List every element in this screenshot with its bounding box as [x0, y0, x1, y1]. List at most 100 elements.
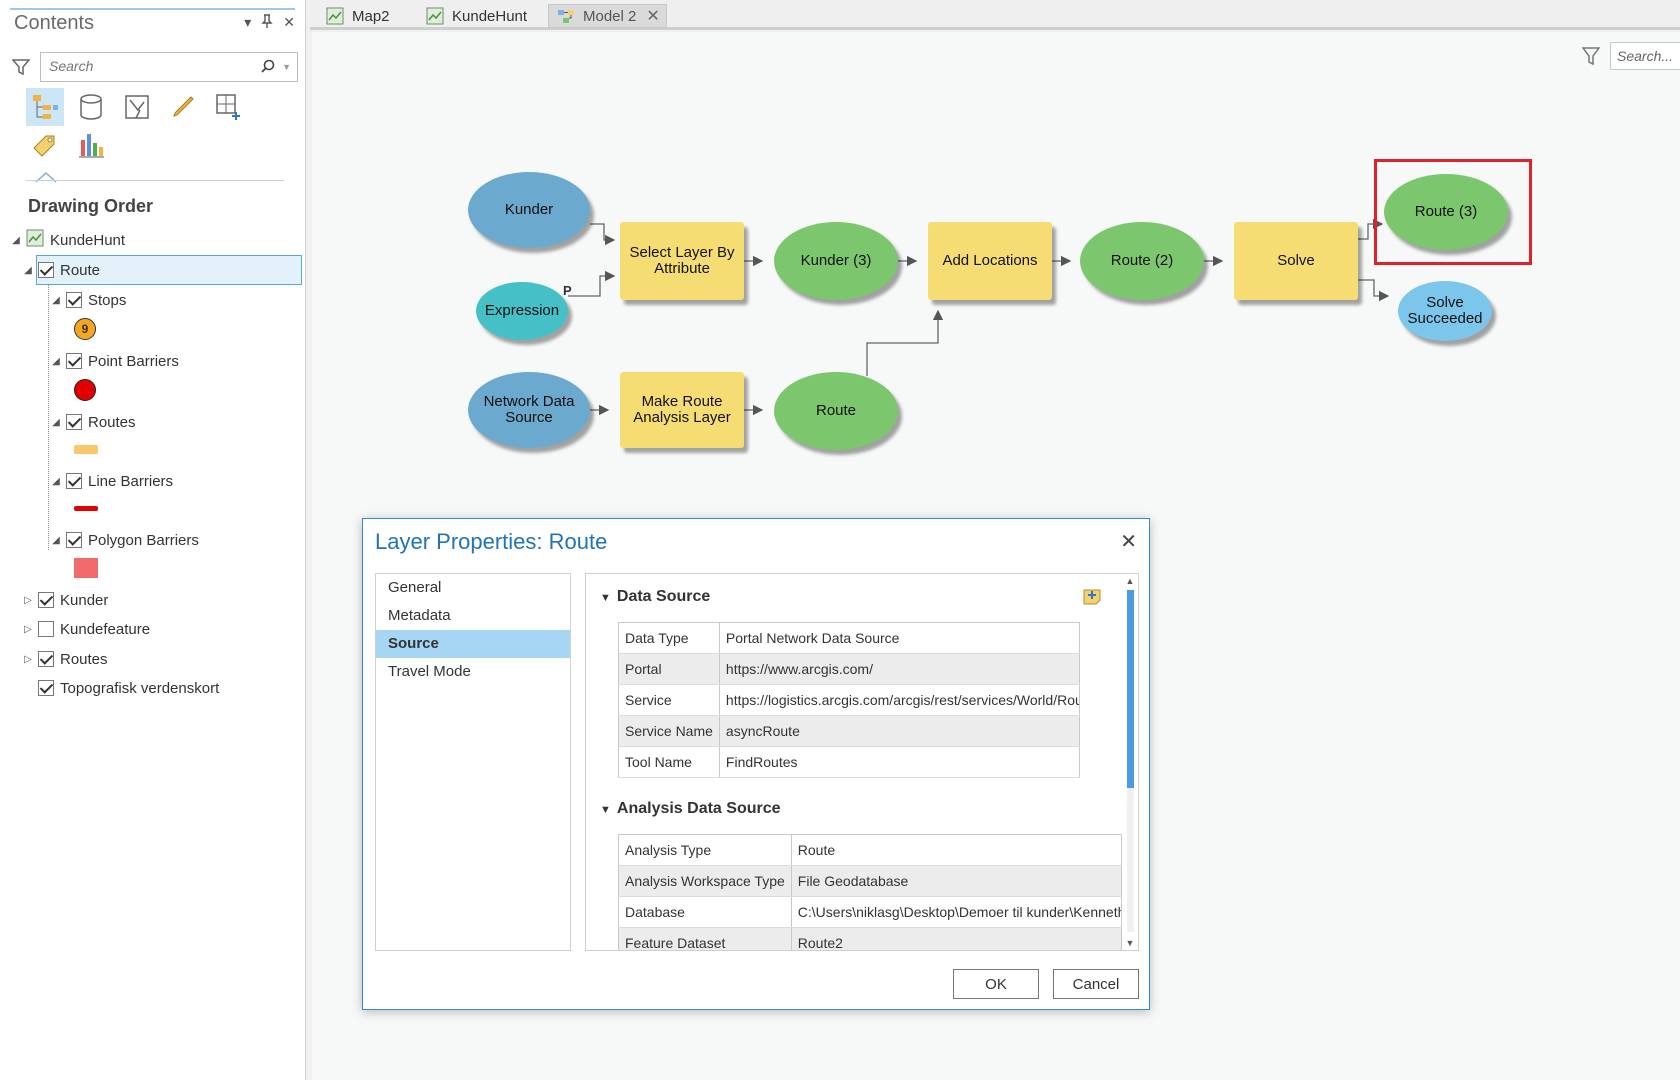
- collapse-triangle-icon[interactable]: ◢: [22, 265, 34, 276]
- property-value[interactable]: https://www.arcgis.com/: [719, 653, 1080, 685]
- property-value[interactable]: Route2: [791, 927, 1122, 950]
- expand-triangle-icon[interactable]: ▷: [22, 624, 34, 635]
- property-value[interactable]: asyncRoute: [719, 715, 1080, 747]
- view-toolbar-row1: [26, 88, 248, 126]
- model-node-route[interactable]: Route: [774, 372, 898, 450]
- collapse-triangle-icon[interactable]: ◢: [10, 235, 22, 246]
- chevron-down-icon[interactable]: ▼: [600, 804, 611, 816]
- tree-item-line-barriers[interactable]: ◢ Line Barriers: [50, 468, 173, 494]
- layer-checkbox[interactable]: [66, 353, 82, 369]
- layer-checkbox[interactable]: [66, 532, 82, 548]
- model-node-solve[interactable]: Solve: [1234, 222, 1358, 300]
- layer-checkbox[interactable]: [66, 414, 82, 430]
- chevron-down-icon[interactable]: ▼: [600, 592, 611, 604]
- layer-checkbox[interactable]: [66, 473, 82, 489]
- layer-checkbox[interactable]: [38, 621, 54, 637]
- nav-item-metadata[interactable]: Metadata: [376, 602, 570, 630]
- property-value[interactable]: C:\Users\niklasg\Desktop\Demoer til kund…: [791, 896, 1122, 928]
- pin-icon[interactable]: [261, 14, 273, 31]
- collapse-triangle-icon[interactable]: ◢: [50, 417, 62, 428]
- model-node-route-2[interactable]: Route (2): [1080, 222, 1204, 300]
- model-node-kunder[interactable]: Kunder: [468, 172, 590, 248]
- property-key: Analysis Type: [618, 834, 792, 866]
- scroll-down-icon[interactable]: ▼: [1124, 938, 1136, 948]
- model-node-add-locations[interactable]: Add Locations: [928, 222, 1052, 300]
- list-by-data-source-icon[interactable]: [72, 88, 110, 126]
- tab-model-2[interactable]: Model 2 ✕: [548, 4, 667, 28]
- tree-item-point-barriers[interactable]: ◢ Point Barriers: [50, 348, 179, 374]
- node-label: Solve Succeeded: [1407, 294, 1483, 327]
- model-node-solve-succeeded[interactable]: Solve Succeeded: [1398, 281, 1492, 341]
- list-by-selection-icon[interactable]: [118, 88, 156, 126]
- chevron-down-icon[interactable]: ▼: [282, 62, 291, 72]
- tree-item-routes-sublayer[interactable]: ◢ Routes: [50, 409, 135, 435]
- map-icon: [326, 7, 344, 25]
- pane-header-buttons: ▾ ✕: [244, 14, 295, 31]
- model-node-route-3[interactable]: Route (3): [1384, 174, 1508, 250]
- list-by-labeling-icon[interactable]: [26, 126, 64, 164]
- drawing-order-heading: Drawing Order: [28, 196, 154, 216]
- tree-item-route-layer[interactable]: ◢ Route: [22, 257, 100, 283]
- property-value[interactable]: File Geodatabase: [791, 865, 1122, 897]
- section-title: Data Source: [616, 588, 711, 605]
- tab-kundehunt[interactable]: KundeHunt: [418, 4, 527, 28]
- property-value[interactable]: https://logistics.arcgis.com/arcgis/rest…: [719, 684, 1080, 716]
- expand-triangle-icon[interactable]: ▷: [22, 595, 34, 606]
- pane-menu-icon[interactable]: ▾: [244, 14, 251, 31]
- view-tab-bar: Map2 KundeHunt Model 2 ✕: [310, 0, 1680, 30]
- tree-item-polygon-barriers[interactable]: ◢ Polygon Barriers: [50, 527, 199, 553]
- expand-triangle-icon[interactable]: ▷: [22, 654, 34, 665]
- layer-checkbox[interactable]: [38, 262, 54, 278]
- tree-item-routes[interactable]: ▷ Routes: [22, 646, 107, 672]
- collapse-triangle-icon[interactable]: ◢: [50, 535, 62, 546]
- model-node-kunder-3[interactable]: Kunder (3): [774, 222, 898, 300]
- collapse-triangle-icon[interactable]: ◢: [50, 476, 62, 487]
- search-icon[interactable]: [261, 59, 275, 78]
- nav-item-source[interactable]: Source: [376, 630, 570, 658]
- model-node-network-data-source[interactable]: Network Data Source: [468, 372, 590, 448]
- add-note-icon[interactable]: [1082, 586, 1102, 611]
- cancel-button[interactable]: Cancel: [1053, 969, 1139, 999]
- tree-item-kundefeature[interactable]: ▷ Kundefeature: [22, 616, 150, 642]
- tree-item-map[interactable]: ◢ KundeHunt: [10, 227, 125, 253]
- toolbar-collapse-icon[interactable]: [34, 170, 58, 188]
- property-key: Data Type: [618, 622, 720, 654]
- list-by-snapping-icon[interactable]: [210, 88, 248, 126]
- section-data-source[interactable]: ▼ Data Source: [600, 588, 710, 606]
- property-key: Service Name: [618, 715, 720, 747]
- contents-search-box[interactable]: ▼: [40, 52, 298, 82]
- scroll-thumb[interactable]: [1127, 590, 1134, 788]
- model-node-make-route-analysis-layer[interactable]: Make Route Analysis Layer: [620, 372, 744, 448]
- layer-checkbox[interactable]: [66, 292, 82, 308]
- close-tab-icon[interactable]: ✕: [646, 6, 659, 26]
- contents-search-input[interactable]: [47, 53, 247, 79]
- model-node-select-layer-by-attribute[interactable]: Select Layer By Attribute: [620, 222, 744, 300]
- tab-map2[interactable]: Map2: [318, 4, 390, 28]
- model-node-expression[interactable]: Expression: [476, 282, 568, 340]
- nav-item-travel-mode[interactable]: Travel Mode: [376, 658, 570, 686]
- list-by-drawing-order-icon[interactable]: [26, 88, 64, 126]
- close-icon[interactable]: ✕: [283, 14, 295, 31]
- collapse-triangle-icon[interactable]: ◢: [50, 295, 62, 306]
- contents-title: Contents: [14, 12, 95, 34]
- close-icon[interactable]: ✕: [1120, 529, 1137, 554]
- tree-item-stops[interactable]: ◢ Stops: [50, 287, 126, 313]
- property-value[interactable]: FindRoutes: [719, 746, 1080, 778]
- map-name-label: KundeHunt: [50, 231, 126, 249]
- nav-item-general[interactable]: General: [376, 574, 570, 602]
- property-value[interactable]: Portal Network Data Source: [719, 622, 1080, 654]
- list-charts-icon[interactable]: [72, 126, 110, 164]
- ok-button[interactable]: OK: [953, 969, 1039, 999]
- layer-checkbox[interactable]: [38, 680, 54, 696]
- scroll-up-icon[interactable]: ▲: [1124, 576, 1136, 586]
- layer-checkbox[interactable]: [38, 651, 54, 667]
- vertical-scrollbar[interactable]: ▲ ▼: [1124, 576, 1136, 948]
- filter-icon[interactable]: [11, 58, 31, 81]
- list-by-editing-icon[interactable]: [164, 88, 202, 126]
- tree-item-topografisk[interactable]: Topografisk verdenskort: [22, 675, 219, 701]
- section-analysis-data-source[interactable]: ▼ Analysis Data Source: [600, 800, 781, 818]
- property-value[interactable]: Route: [791, 834, 1122, 866]
- collapse-triangle-icon[interactable]: ◢: [50, 356, 62, 367]
- tree-item-kunder[interactable]: ▷ Kunder: [22, 587, 108, 613]
- layer-checkbox[interactable]: [38, 592, 54, 608]
